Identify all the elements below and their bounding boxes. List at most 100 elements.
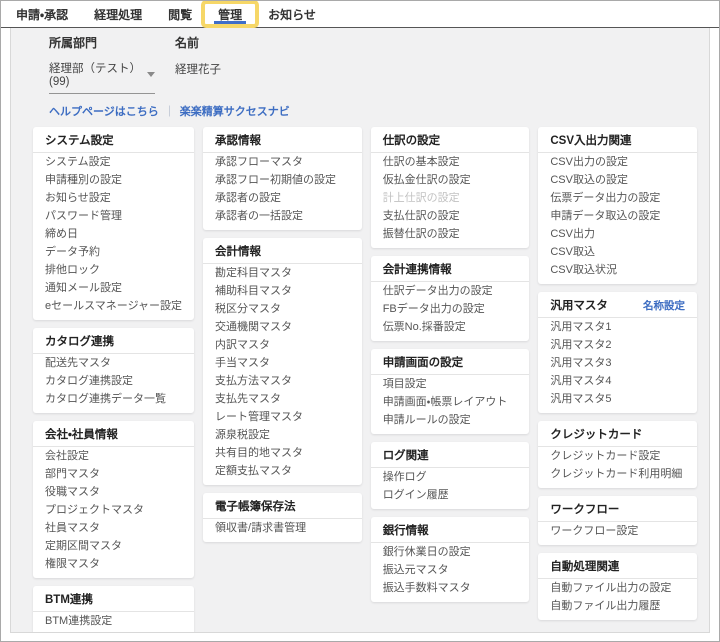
name-value: 経理花子 xyxy=(175,60,221,77)
menu-item-link[interactable]: 申請種別の設定 xyxy=(33,171,194,189)
menu-item-link[interactable]: 排他ロック xyxy=(33,261,194,279)
menu-item-link[interactable]: プロジェクトマスタ xyxy=(33,501,194,519)
menu-item-link[interactable]: 承認者の一括設定 xyxy=(203,207,362,225)
tab-admin[interactable]: 管理 xyxy=(205,4,255,24)
menu-item-link[interactable]: 内訳マスタ xyxy=(203,336,362,354)
menu-section-header: クレジットカード xyxy=(538,421,697,447)
menu-card-catalog-link: カタログ連携配送先マスタカタログ連携設定カタログ連携データ一覧 xyxy=(33,328,194,413)
menu-item-link[interactable]: 汎用マスタ2 xyxy=(538,336,697,354)
menu-item-link[interactable]: 手当マスタ xyxy=(203,354,362,372)
menu-item-link[interactable]: BTM利用明細 xyxy=(33,630,194,633)
menu-item-link[interactable]: 承認フロー初期値の設定 xyxy=(203,171,362,189)
menu-item-link[interactable]: 申請データ取込の設定 xyxy=(538,207,697,225)
menu-item-link[interactable]: 仕訳の基本設定 xyxy=(371,153,530,171)
menu-item-link[interactable]: 勘定科目マスタ xyxy=(203,264,362,282)
menu-item-link[interactable]: 申請ルールの設定 xyxy=(371,411,530,429)
menu-card-log-related: ログ関連操作ログログイン履歴 xyxy=(371,442,530,509)
menu-section-header: システム設定 xyxy=(33,127,194,153)
menu-section-header: 会計連携情報 xyxy=(371,256,530,282)
help-link-separator: ｜ xyxy=(164,103,175,119)
menu-item-link[interactable]: 承認者の設定 xyxy=(203,189,362,207)
menu-item-link[interactable]: CSV出力の設定 xyxy=(538,153,697,171)
menu-item-link[interactable]: 汎用マスタ4 xyxy=(538,372,697,390)
menu-item-link[interactable]: 支払先マスタ xyxy=(203,390,362,408)
menu-card-accounting-integration-info: 会計連携情報仕訳データ出力の設定FBデータ出力の設定伝票No.採番設定 xyxy=(371,256,530,341)
tab-accounting-processing[interactable]: 経理処理 xyxy=(81,4,155,24)
menu-item-link[interactable]: 権限マスタ xyxy=(33,555,194,573)
success-navi-link[interactable]: 楽楽精算サクセスナビ xyxy=(180,103,290,119)
menu-section-title: 仕訳の設定 xyxy=(383,132,441,148)
menu-item-link: 計上仕訳の設定 xyxy=(371,189,530,207)
menu-item-link[interactable]: 伝票データ出力の設定 xyxy=(538,189,697,207)
menu-item-link[interactable]: FBデータ出力の設定 xyxy=(371,300,530,318)
menu-item-link[interactable]: CSV取込状況 xyxy=(538,261,697,279)
menu-item-link[interactable]: 支払方法マスタ xyxy=(203,372,362,390)
menu-item-link[interactable]: 社員マスタ xyxy=(33,519,194,537)
menu-item-link[interactable]: 定期区間マスタ xyxy=(33,537,194,555)
menu-item-link[interactable]: 承認フローマスタ xyxy=(203,153,362,171)
menu-item-link[interactable]: 補助科目マスタ xyxy=(203,282,362,300)
menu-section-title: 申請画面の設定 xyxy=(383,354,464,370)
menu-item-link[interactable]: クレジットカード利用明細 xyxy=(538,465,697,483)
menu-item-link[interactable]: 会社設定 xyxy=(33,447,194,465)
menu-item-link[interactable]: 振込元マスタ xyxy=(371,561,530,579)
menu-item-link[interactable]: 定額支払マスタ xyxy=(203,462,362,480)
menu-item-link[interactable]: ワークフロー設定 xyxy=(538,522,697,540)
menu-item-link[interactable]: BTM連携設定 xyxy=(33,612,194,630)
menu-section-header: カタログ連携 xyxy=(33,328,194,354)
menu-column-3: 仕訳の設定仕訳の基本設定仮払金仕訳の設定計上仕訳の設定支払仕訳の設定振替仕訳の設… xyxy=(371,127,530,602)
menu-item-link[interactable]: 役職マスタ xyxy=(33,483,194,501)
menu-item-link[interactable]: ログイン履歴 xyxy=(371,486,530,504)
menu-item-link[interactable]: eセールスマネージャー設定 xyxy=(33,297,194,315)
menu-item-link[interactable]: データ予約 xyxy=(33,243,194,261)
menu-item-link[interactable]: 汎用マスタ3 xyxy=(538,354,697,372)
menu-item-link[interactable]: 操作ログ xyxy=(371,468,530,486)
profile-row: 所属部門 経理部（テスト）(99) 名前 経理花子 xyxy=(11,28,709,94)
menu-item-link[interactable]: 源泉税設定 xyxy=(203,426,362,444)
menu-item-link[interactable]: 交通機関マスタ xyxy=(203,318,362,336)
menu-item-link[interactable]: カタログ連携データ一覧 xyxy=(33,390,194,408)
menu-item-link[interactable]: システム設定 xyxy=(33,153,194,171)
menu-section-title: クレジットカード xyxy=(550,426,642,442)
menu-item-link[interactable]: 共有目的地マスタ xyxy=(203,444,362,462)
menu-item-link[interactable]: 締め日 xyxy=(33,225,194,243)
menu-item-link[interactable]: 汎用マスタ5 xyxy=(538,390,697,408)
section-header-link[interactable]: 名称設定 xyxy=(643,298,685,313)
menu-item-link[interactable]: 申請画面・帳票レイアウト xyxy=(371,393,530,411)
menu-item-link[interactable]: CSV取込 xyxy=(538,243,697,261)
help-links: ヘルプページはこちら ｜ 楽楽精算サクセスナビ xyxy=(11,94,709,119)
menu-section-title: 会計連携情報 xyxy=(383,261,452,277)
menu-item-link[interactable]: 自動ファイル出力履歴 xyxy=(538,597,697,615)
menu-item-link[interactable]: パスワード管理 xyxy=(33,207,194,225)
department-select[interactable]: 経理部（テスト）(99) xyxy=(49,60,155,94)
menu-item-link[interactable]: CSV出力 xyxy=(538,225,697,243)
menu-section-header: 承認情報 xyxy=(203,127,362,153)
menu-item-link[interactable]: 領収書/請求書管理 xyxy=(203,519,362,537)
menu-item-link[interactable]: 自動ファイル出力の設定 xyxy=(538,579,697,597)
menu-item-link[interactable]: 税区分マスタ xyxy=(203,300,362,318)
menu-item-link[interactable]: 支払仕訳の設定 xyxy=(371,207,530,225)
help-page-link[interactable]: ヘルプページはこちら xyxy=(49,103,159,119)
department-field: 所属部門 経理部（テスト）(99) xyxy=(49,34,155,94)
name-label: 名前 xyxy=(175,34,221,51)
menu-item-link[interactable]: 振替仕訳の設定 xyxy=(371,225,530,243)
menu-item-link[interactable]: カタログ連携設定 xyxy=(33,372,194,390)
menu-item-link[interactable]: 銀行休業日の設定 xyxy=(371,543,530,561)
menu-item-link[interactable]: クレジットカード設定 xyxy=(538,447,697,465)
menu-item-link[interactable]: 汎用マスタ1 xyxy=(538,318,697,336)
menu-item-link[interactable]: 通知メール設定 xyxy=(33,279,194,297)
tab-news[interactable]: お知らせ xyxy=(255,4,329,24)
menu-section-title: 会計情報 xyxy=(215,243,261,259)
menu-item-link[interactable]: CSV取込の設定 xyxy=(538,171,697,189)
menu-item-link[interactable]: 仮払金仕訳の設定 xyxy=(371,171,530,189)
tab-application-approval[interactable]: 申請・承認 xyxy=(3,4,81,24)
menu-item-link[interactable]: 振込手数料マスタ xyxy=(371,579,530,597)
menu-item-link[interactable]: 伝票No.採番設定 xyxy=(371,318,530,336)
menu-item-link[interactable]: 項目設定 xyxy=(371,375,530,393)
menu-item-link[interactable]: 部門マスタ xyxy=(33,465,194,483)
tab-view[interactable]: 閲覧 xyxy=(155,4,205,24)
menu-item-link[interactable]: お知らせ設定 xyxy=(33,189,194,207)
menu-item-link[interactable]: 仕訳データ出力の設定 xyxy=(371,282,530,300)
menu-item-link[interactable]: 配送先マスタ xyxy=(33,354,194,372)
menu-item-link[interactable]: レート管理マスタ xyxy=(203,408,362,426)
